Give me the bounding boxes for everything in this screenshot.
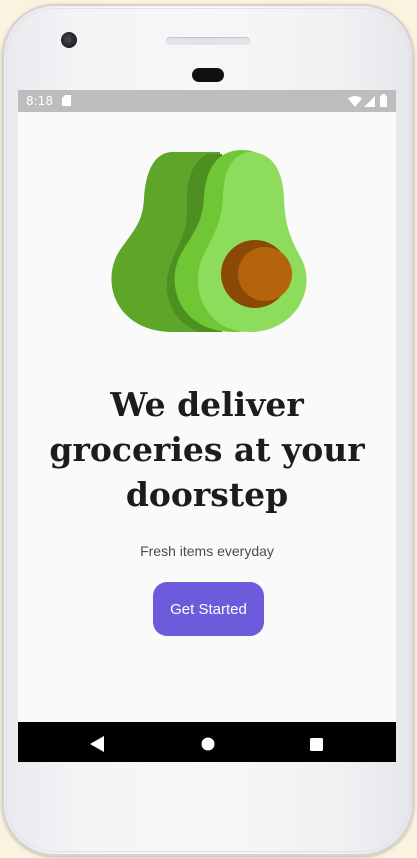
battery-icon bbox=[380, 94, 387, 107]
page-headline: We deliver groceries at your doorstep bbox=[18, 382, 396, 517]
get-started-button[interactable]: Get Started bbox=[153, 582, 264, 636]
avocado-icon bbox=[111, 150, 307, 332]
wifi-icon bbox=[348, 96, 362, 107]
phone-frame: 8:18 We deliver groceries at your doorst… bbox=[2, 4, 414, 856]
avocado-pit bbox=[238, 247, 292, 301]
earpiece-speaker bbox=[166, 37, 250, 45]
proximity-sensor bbox=[192, 68, 224, 82]
home-icon[interactable] bbox=[201, 737, 215, 751]
front-camera bbox=[61, 32, 77, 48]
status-time: 8:18 bbox=[26, 94, 53, 108]
headline-line-1: We deliver bbox=[110, 385, 304, 424]
headline-line-2: groceries at your bbox=[49, 430, 365, 469]
status-bar: 8:18 bbox=[18, 90, 396, 112]
recents-icon[interactable] bbox=[310, 738, 323, 751]
cell-signal-icon bbox=[364, 96, 375, 107]
sd-card-icon bbox=[62, 95, 71, 106]
page-subtitle: Fresh items everyday bbox=[140, 543, 274, 559]
app-screen: 8:18 We deliver groceries at your doorst… bbox=[18, 90, 396, 762]
navigation-bar bbox=[18, 722, 396, 762]
back-icon[interactable] bbox=[90, 736, 104, 752]
headline-line-3: doorstep bbox=[125, 475, 289, 514]
